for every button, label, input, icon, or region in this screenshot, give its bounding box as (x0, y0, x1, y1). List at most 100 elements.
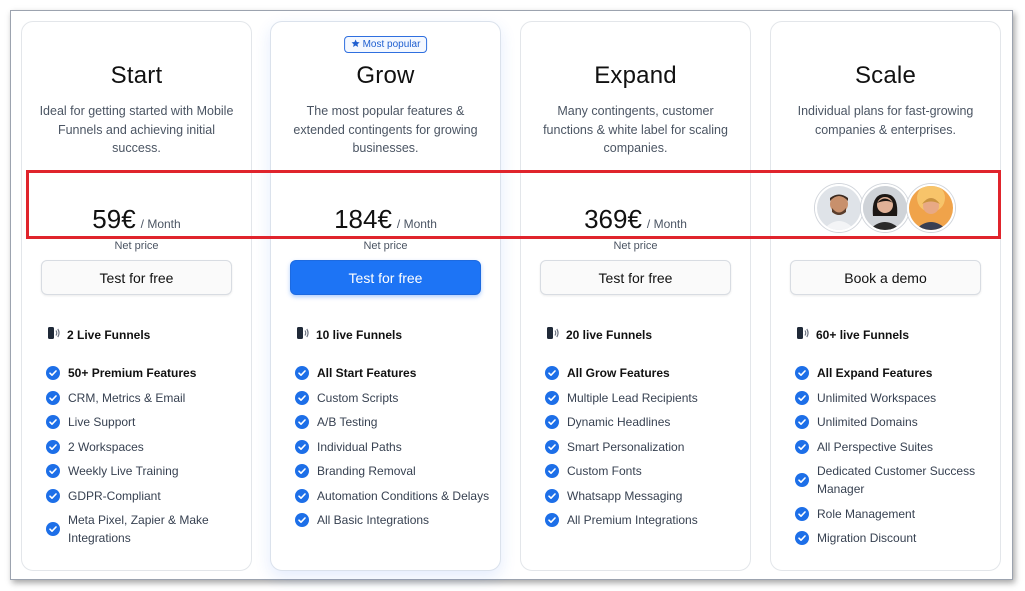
feature-item: Weekly Live Training (46, 462, 241, 480)
star-icon (351, 38, 360, 51)
feature-item: All Perspective Suites (795, 438, 990, 456)
plan-card-start: Start Ideal for getting started with Mob… (21, 21, 252, 571)
feature-item: Smart Personalization (545, 438, 740, 456)
check-icon (295, 513, 309, 527)
feature-item: Multiple Lead Recipients (545, 389, 740, 407)
feature-item: Individual Paths (295, 438, 490, 456)
phone-icon (545, 326, 559, 343)
live-funnels: 60+ live Funnels (795, 326, 909, 343)
feature-item: Whatsapp Messaging (545, 487, 740, 505)
check-icon (46, 439, 60, 454)
check-icon (295, 488, 309, 503)
plan-title: Start (110, 62, 163, 89)
avatar (906, 184, 955, 232)
feature-list: All Expand Features Unlimited Workspaces… (795, 364, 990, 554)
feature-item: All Grow Features (545, 364, 740, 382)
feature-item: Custom Scripts (295, 389, 490, 407)
check-icon (795, 366, 809, 380)
feature-item: Unlimited Workspaces (795, 389, 990, 407)
check-icon (795, 439, 809, 454)
check-icon (795, 415, 809, 429)
plan-price: 369€ (584, 204, 642, 234)
net-price-label: Net price (363, 240, 408, 252)
feature-item: CRM, Metrics & Email (46, 389, 241, 407)
plan-card-grow: Most popular Grow The most popular featu… (270, 21, 501, 571)
feature-item: All Expand Features (795, 364, 990, 382)
check-icon (795, 506, 809, 521)
plan-price: 184€ (334, 204, 392, 234)
net-price-label: Net price (613, 240, 658, 252)
test-for-free-button[interactable]: Test for free (290, 260, 481, 295)
team-avatars (814, 184, 955, 232)
check-icon (545, 513, 559, 527)
price-period: / Month (646, 217, 687, 231)
feature-item: Unlimited Domains (795, 413, 990, 431)
check-icon (46, 415, 60, 429)
feature-item: 50+ Premium Features (46, 364, 241, 382)
plan-description: Ideal for getting started with Mobile Fu… (39, 104, 234, 155)
check-icon (795, 531, 809, 545)
plan-description: Many contingents, customer functions & w… (543, 104, 728, 155)
live-funnels: 10 live Funnels (295, 326, 402, 343)
feature-list: All Grow Features Multiple Lead Recipien… (545, 364, 740, 536)
plan-card-scale: Scale Individual plans for fast-growing … (770, 21, 1001, 571)
feature-item: Meta Pixel, Zapier & Make Integrations (46, 511, 241, 547)
feature-item: Migration Discount (795, 529, 990, 547)
check-icon (795, 390, 809, 405)
feature-item: GDPR-Compliant (46, 487, 241, 505)
book-a-demo-button[interactable]: Book a demo (790, 260, 981, 295)
live-funnels: 2 Live Funnels (46, 326, 150, 343)
feature-item: Automation Conditions & Delays (295, 487, 490, 505)
check-icon (295, 415, 309, 429)
feature-list: All Start Features Custom Scripts A/B Te… (295, 364, 490, 536)
phone-icon (795, 326, 809, 343)
net-price-label: Net price (114, 240, 159, 252)
check-icon (545, 488, 559, 503)
price-period: / Month (396, 217, 437, 231)
check-icon (545, 415, 559, 429)
feature-item: Branding Removal (295, 462, 490, 480)
plan-title: Scale (854, 62, 917, 89)
plan-title: Expand (594, 62, 677, 89)
feature-item: A/B Testing (295, 413, 490, 431)
feature-item: Custom Fonts (545, 462, 740, 480)
phone-icon (46, 326, 60, 343)
price-row: 369€ / Month (521, 204, 750, 235)
avatar (814, 184, 863, 232)
price-period: / Month (140, 217, 181, 231)
test-for-free-button[interactable]: Test for free (540, 260, 731, 295)
feature-list: 50+ Premium Features CRM, Metrics & Emai… (46, 364, 241, 554)
check-icon (295, 464, 309, 478)
check-icon (46, 390, 60, 405)
live-funnels-label: 2 Live Funnels (67, 327, 151, 342)
most-popular-badge: Most popular (343, 36, 428, 53)
feature-item: All Basic Integrations (295, 511, 490, 529)
check-icon (795, 473, 809, 487)
feature-item: All Start Features (295, 364, 490, 382)
check-icon (545, 439, 559, 454)
avatar (860, 184, 909, 232)
plan-description: The most popular features & extended con… (293, 104, 478, 155)
plan-price: 59€ (92, 204, 136, 234)
check-icon (295, 439, 309, 454)
test-for-free-button[interactable]: Test for free (41, 260, 232, 295)
check-icon (545, 464, 559, 478)
phone-icon (295, 326, 309, 343)
price-row: 184€ / Month (271, 204, 500, 235)
price-row: 59€ / Month (22, 204, 251, 235)
live-funnels-label: 20 live Funnels (566, 327, 653, 342)
plan-description: Individual plans for fast-growing compan… (797, 104, 974, 137)
live-funnels: 20 live Funnels (545, 326, 652, 343)
check-icon (545, 366, 559, 380)
check-icon (46, 488, 60, 503)
check-icon (295, 390, 309, 405)
feature-item: Dynamic Headlines (545, 413, 740, 431)
feature-item: All Premium Integrations (545, 511, 740, 529)
check-icon (545, 390, 559, 405)
check-icon (46, 464, 60, 478)
feature-item: 2 Workspaces (46, 438, 241, 456)
feature-item: Live Support (46, 413, 241, 431)
live-funnels-label: 60+ live Funnels (816, 327, 910, 342)
plan-card-expand: Expand Many contingents, customer functi… (520, 21, 751, 571)
check-icon (46, 366, 60, 380)
